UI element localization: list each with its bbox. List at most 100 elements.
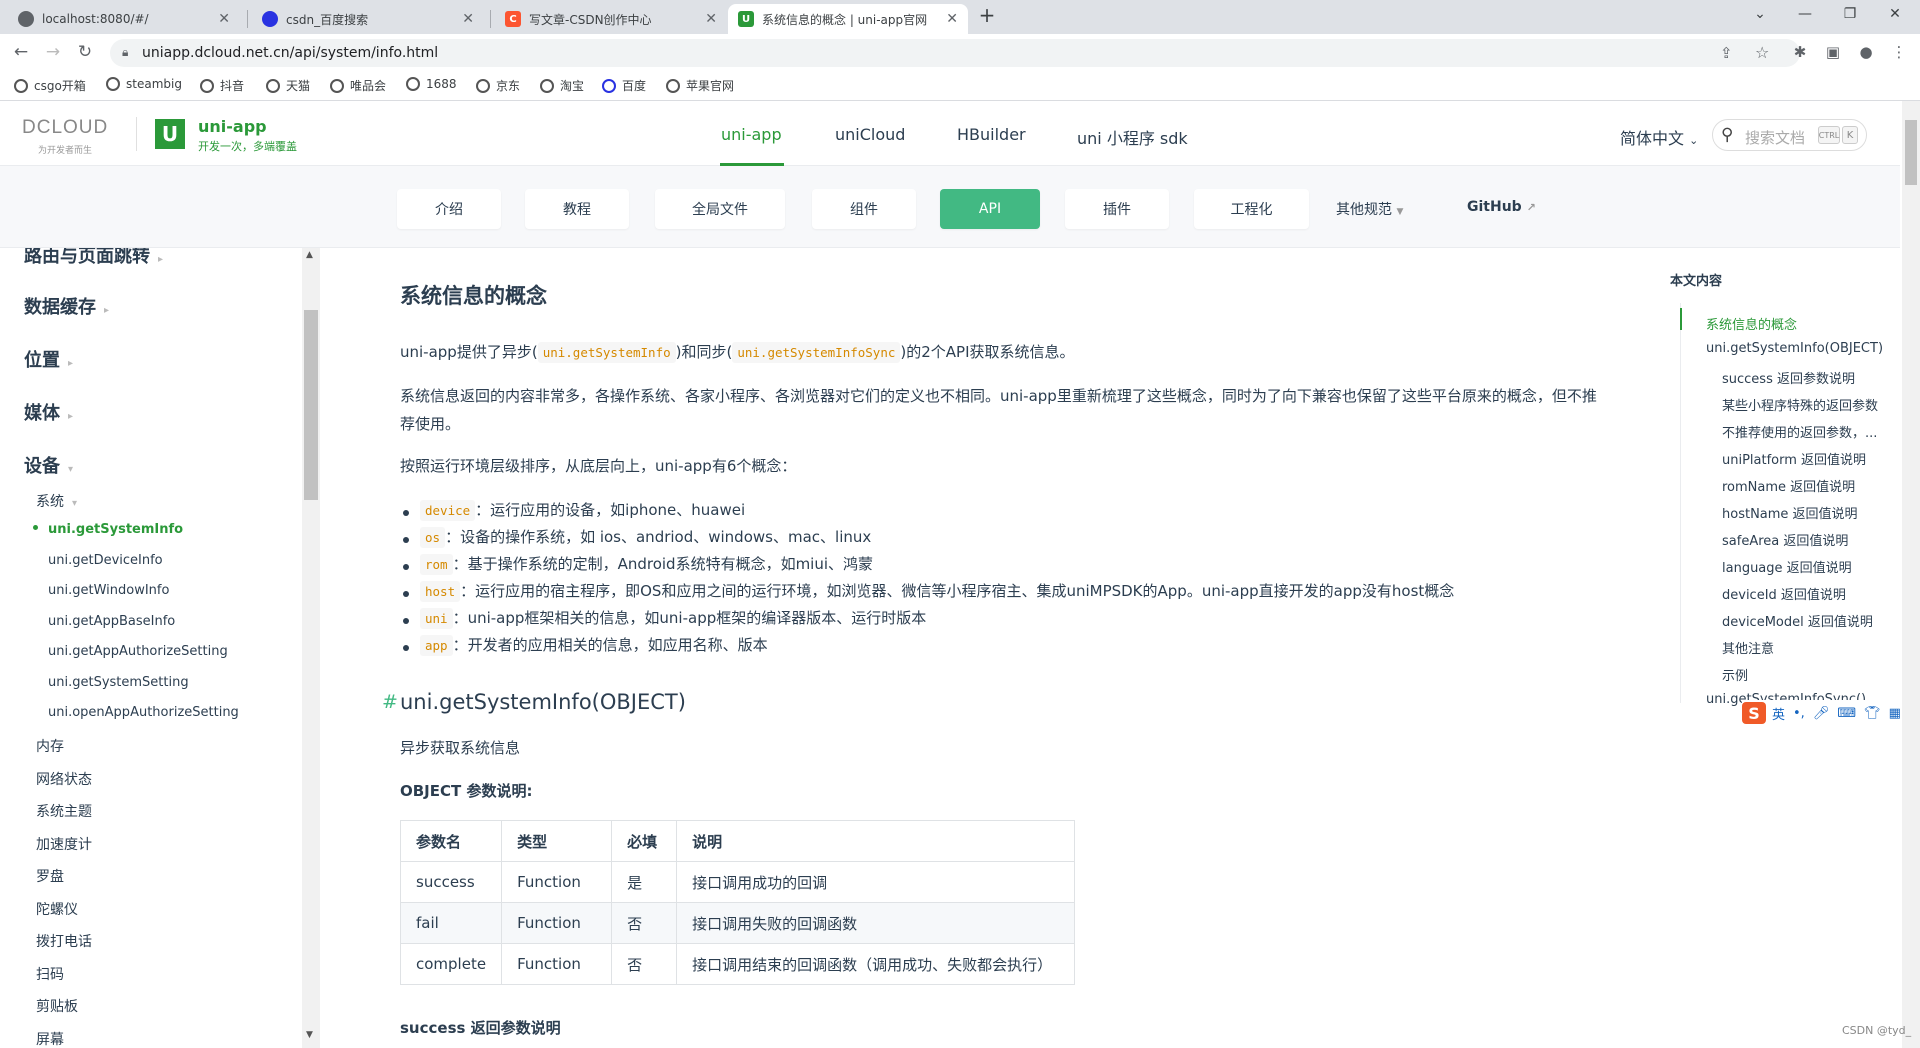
punctuation-icon[interactable]: •, — [1793, 706, 1805, 721]
topnav-sdk[interactable]: uni 小程序 sdk — [1077, 125, 1188, 149]
microphone-icon[interactable]: 🎤︎ — [1813, 706, 1830, 721]
window-close-icon[interactable]: ✕ — [1880, 6, 1910, 22]
sidebar-item-getdeviceinfo[interactable]: uni.getDeviceInfo — [48, 553, 163, 568]
address-bar[interactable]: 🔒︎ uniapp.dcloud.net.cn/api/system/info.… — [110, 39, 1800, 67]
sidebar-item-getwindowinfo[interactable]: uni.getWindowInfo — [48, 583, 169, 598]
back-icon[interactable]: ← — [10, 42, 32, 62]
close-icon[interactable]: ✕ — [462, 11, 474, 27]
brand-name[interactable]: uni-app — [198, 117, 267, 136]
extensions-icon[interactable]: ✱ — [1790, 43, 1810, 61]
bookmark-item[interactable]: 唯品会 — [330, 77, 386, 94]
browser-tab[interactable]: C 写文章-CSDN创作中心 ✕ — [495, 4, 727, 34]
language-select[interactable]: 简体中文 ⌄ — [1620, 125, 1698, 149]
sidebar-item-openappauthorizesetting[interactable]: uni.openAppAuthorizeSetting — [48, 705, 239, 720]
sidebar-item-accelerometer[interactable]: 加速度计 — [36, 834, 92, 854]
restore-icon[interactable]: ❐ — [1835, 6, 1865, 22]
url-text[interactable]: uniapp.dcloud.net.cn/api/system/info.htm… — [142, 45, 438, 61]
toc-item[interactable]: romName 返回值说明 — [1722, 476, 1855, 495]
close-icon[interactable]: ✕ — [946, 11, 958, 27]
scroll-down-icon[interactable]: ▼ — [306, 1030, 313, 1040]
toc-item[interactable]: uniPlatform 返回值说明 — [1722, 449, 1866, 468]
tab-search-icon[interactable]: ⌄ — [1745, 6, 1775, 22]
bookmark-item[interactable]: 抖音 — [200, 77, 244, 94]
sidebar-section-media[interactable]: 媒体 ▸ — [24, 399, 73, 425]
toc-item[interactable]: 系统信息的概念 — [1706, 314, 1797, 333]
anchor-link[interactable]: # — [382, 691, 398, 713]
subnav-plugins[interactable]: 插件 — [1065, 189, 1169, 229]
sidebar-item-getsysteminfo[interactable]: uni.getSystemInfo — [48, 522, 183, 537]
minimize-icon[interactable]: — — [1790, 6, 1820, 22]
topnav-hbuilder[interactable]: HBuilder — [957, 125, 1026, 144]
sidebar-item-screen[interactable]: 屏幕 — [36, 1029, 64, 1048]
bookmark-star-icon[interactable]: ☆ — [1755, 43, 1769, 62]
toc-item[interactable]: 不推荐使用的返回参数，... — [1722, 422, 1877, 441]
sidebar-item-getsystemsetting[interactable]: uni.getSystemSetting — [48, 675, 189, 690]
toc-item[interactable]: deviceModel 返回值说明 — [1722, 611, 1873, 630]
toc-item[interactable]: 其他注意 — [1722, 638, 1774, 657]
sidepanel-icon[interactable]: ▣ — [1823, 43, 1843, 61]
page-scrollbar[interactable] — [1902, 101, 1920, 1048]
scroll-up-icon[interactable]: ▲ — [306, 250, 313, 260]
bookmark-item[interactable]: 苹果官网 — [666, 77, 734, 94]
ime-toolbar[interactable]: S 英 •, 🎤︎ ⌨ 👕︎ ▦ — [1742, 700, 1920, 726]
uniapp-logo-icon[interactable]: U — [155, 119, 185, 149]
toc-item[interactable]: language 返回值说明 — [1722, 557, 1852, 576]
toc-item[interactable]: hostName 返回值说明 — [1722, 503, 1858, 522]
browser-tab[interactable]: csdn_百度搜索 ✕ — [252, 4, 484, 34]
bookmark-item[interactable]: csgo开箱 — [14, 77, 86, 94]
subnav-engineering[interactable]: 工程化 — [1194, 189, 1309, 229]
browser-tab-active[interactable]: U 系统信息的概念 | uni-app官网 ✕ — [728, 4, 968, 34]
search-box[interactable]: ⚲ 搜索文档 CTRL K — [1712, 119, 1867, 151]
bookmark-item[interactable]: 京东 — [476, 77, 520, 94]
toc-item[interactable]: safeArea 返回值说明 — [1722, 530, 1848, 549]
subnav-intro[interactable]: 介绍 — [397, 189, 501, 229]
bookmark-item[interactable]: 淘宝 — [540, 77, 584, 94]
sidebar-item-getappbaseinfo[interactable]: uni.getAppBaseInfo — [48, 614, 175, 629]
sidebar-item-network[interactable]: 网络状态 — [36, 769, 92, 789]
sidebar-item-getappauthorizesetting[interactable]: uni.getAppAuthorizeSetting — [48, 644, 228, 659]
keyboard-icon[interactable]: ⌨ — [1837, 706, 1856, 721]
share-icon[interactable]: ⇪ — [1720, 44, 1733, 62]
new-tab-icon[interactable]: + — [972, 3, 1002, 27]
sidebar-item-compass[interactable]: 罗盘 — [36, 866, 64, 886]
toc-item[interactable]: deviceId 返回值说明 — [1722, 584, 1846, 603]
menu-dots-icon[interactable]: ⋮ — [1889, 43, 1909, 61]
subnav-github[interactable]: GitHub ↗ — [1467, 199, 1536, 215]
bookmark-item[interactable]: 百度 — [602, 77, 646, 94]
sogou-logo-icon[interactable]: S — [1742, 702, 1766, 724]
sidebar-section-device[interactable]: 设备 ▾ — [24, 452, 73, 478]
sidebar-item-theme[interactable]: 系统主题 — [36, 801, 92, 821]
toc-item[interactable]: uni.getSystemInfo(OBJECT) — [1706, 341, 1883, 356]
sidebar-section-storage[interactable]: 数据缓存 ▸ — [24, 293, 109, 319]
subnav-global-files[interactable]: 全局文件 — [655, 189, 785, 229]
close-icon[interactable]: ✕ — [705, 11, 717, 27]
bookmark-item[interactable]: 1688 — [406, 77, 457, 91]
sidebar-item-gyroscope[interactable]: 陀螺仪 — [36, 899, 78, 919]
sidebar-section-routing[interactable]: 路由与页面跳转 ▸ — [24, 248, 163, 268]
subnav-tutorial[interactable]: 教程 — [525, 189, 629, 229]
sidebar-group-system[interactable]: 系统 ▾ — [36, 491, 77, 511]
bookmark-item[interactable]: steambig — [106, 77, 182, 91]
skin-icon[interactable]: 👕︎ — [1864, 706, 1881, 721]
ime-mode[interactable]: 英 — [1772, 704, 1785, 723]
subnav-api[interactable]: API — [940, 189, 1040, 229]
toc-item[interactable]: 示例 — [1722, 665, 1748, 684]
reload-icon[interactable]: ↻ — [74, 42, 96, 62]
toc-item[interactable]: 某些小程序特殊的返回参数 — [1722, 395, 1878, 414]
forward-icon[interactable]: → — [42, 42, 64, 62]
sidebar-scroll-thumb[interactable] — [304, 310, 318, 500]
subnav-other-specs[interactable]: 其他规范 ▼ — [1336, 199, 1403, 219]
sidebar-item-memory[interactable]: 内存 — [36, 736, 64, 756]
dcloud-logo[interactable]: DCLOUD — [22, 117, 108, 139]
subnav-components[interactable]: 组件 — [812, 189, 916, 229]
sidebar-item-scan-code[interactable]: 扫码 — [36, 964, 64, 984]
sidebar-section-location[interactable]: 位置 ▸ — [24, 346, 73, 372]
sidebar-item-phone-call[interactable]: 拨打电话 — [36, 931, 92, 951]
topnav-uniapp[interactable]: uni-app — [721, 125, 782, 144]
toolbox-icon[interactable]: ▦ — [1889, 706, 1901, 721]
toc-item[interactable]: success 返回参数说明 — [1722, 368, 1855, 387]
bookmark-item[interactable]: 天猫 — [266, 77, 310, 94]
page-scroll-thumb[interactable] — [1905, 120, 1917, 185]
topnav-unicloud[interactable]: uniCloud — [835, 125, 905, 144]
browser-tab[interactable]: localhost:8080/#/ ✕ — [8, 4, 240, 34]
